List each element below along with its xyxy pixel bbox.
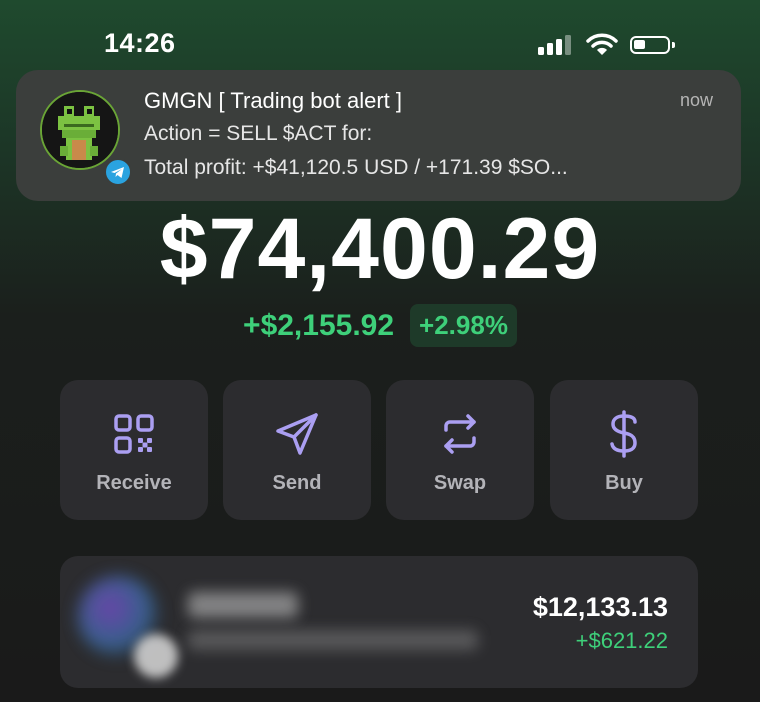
notification-line-1: Action = SELL $ACT for: xyxy=(144,122,373,145)
qr-code-icon xyxy=(109,410,159,458)
token-value: $12,133.13 xyxy=(532,592,668,622)
buy-button[interactable]: Buy xyxy=(550,380,698,520)
balance-change-percent: +2.98% xyxy=(410,304,517,347)
balance-change-row: +$2,155.92 +2.98% xyxy=(0,304,760,347)
notification-banner[interactable]: GMGN [ Trading bot alert ] Action = SELL… xyxy=(16,70,741,201)
status-time: 14:26 xyxy=(104,28,176,58)
balance-change-amount: +$2,155.92 xyxy=(243,308,395,342)
notification-line-2: Total profit: +$41,120.5 USD / +171.39 $… xyxy=(144,156,568,179)
swap-label: Swap xyxy=(433,472,487,494)
notification-time: now xyxy=(679,90,713,110)
token-network-badge xyxy=(134,634,178,678)
battery-icon xyxy=(630,36,675,54)
receive-label: Receive xyxy=(96,472,172,494)
frog-avatar-icon xyxy=(40,90,120,170)
send-button[interactable]: Send xyxy=(223,380,371,520)
wifi-icon xyxy=(586,33,618,55)
send-icon xyxy=(272,410,322,458)
swap-button[interactable]: Swap xyxy=(386,380,534,520)
wallet-balance: $74,400.29 xyxy=(159,201,601,297)
status-icons xyxy=(538,33,683,57)
notification-title: GMGN [ Trading bot alert ] xyxy=(144,88,402,113)
receive-button[interactable]: Receive xyxy=(60,380,208,520)
buy-label: Buy xyxy=(605,472,643,494)
token-change: +$621.22 xyxy=(575,628,668,653)
telegram-icon xyxy=(104,158,132,186)
send-label: Send xyxy=(272,472,322,494)
swap-icon xyxy=(435,410,485,458)
token-row[interactable]: $12,133.13 +$621.22 xyxy=(60,556,698,688)
dollar-icon xyxy=(599,410,649,458)
action-buttons: Receive Send Swap Buy xyxy=(60,380,698,520)
token-subtitle-blurred xyxy=(188,630,478,650)
signal-icon xyxy=(538,33,574,57)
token-name-blurred xyxy=(188,592,298,618)
